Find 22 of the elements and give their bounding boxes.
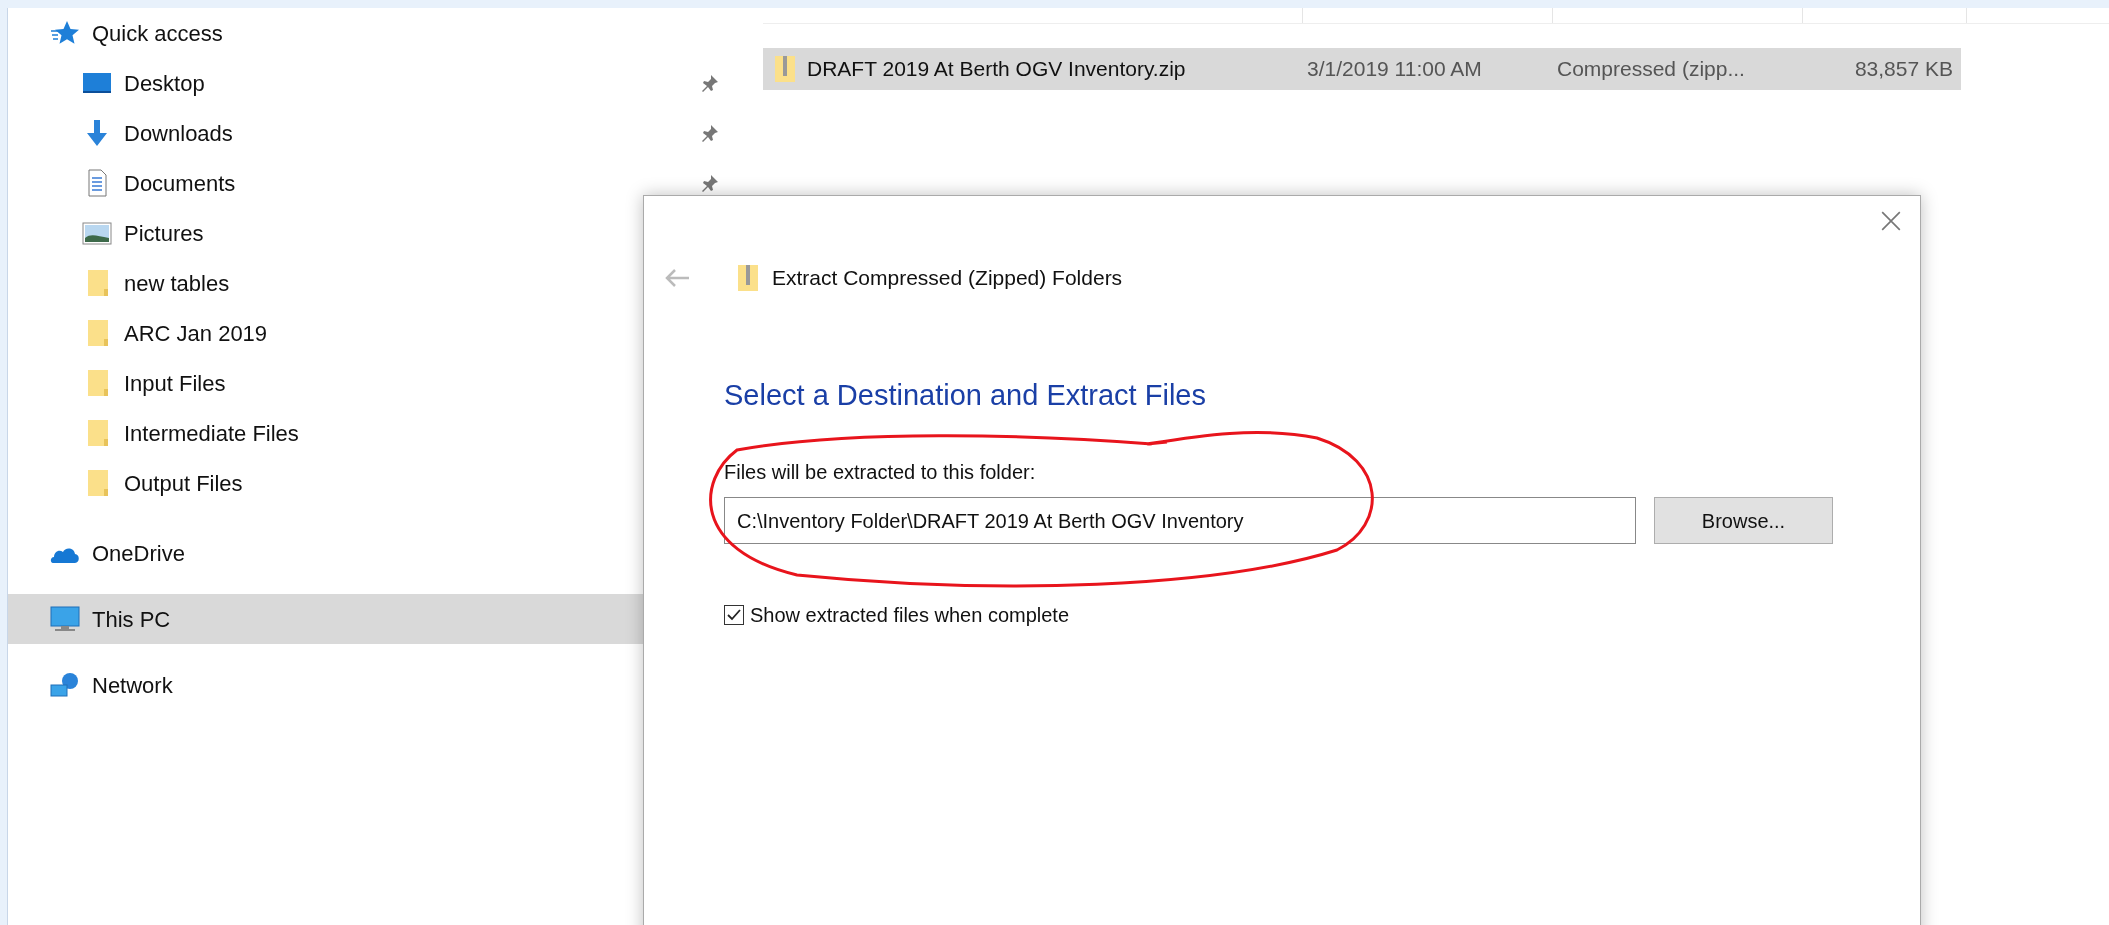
file-type: Compressed (zipp... <box>1556 56 1746 83</box>
pin-icon[interactable] <box>700 173 720 193</box>
zip-folder-icon <box>773 55 797 83</box>
dialog-heading: Select a Destination and Extract Files <box>724 377 1207 413</box>
monitor-icon <box>50 605 80 633</box>
checkbox-label: Show extracted files when complete <box>750 603 1070 628</box>
zip-folder-icon <box>736 262 760 293</box>
field-label: Files will be extracted to this folder: <box>724 460 1037 485</box>
close-icon[interactable] <box>1880 210 1902 232</box>
browse-button[interactable]: Browse... <box>1654 497 1833 544</box>
file-size: 83,857 KB <box>1853 56 1953 83</box>
picture-icon <box>82 219 112 247</box>
file-row[interactable]: DRAFT 2019 At Berth OGV Inventory.zip 3/1/2019 11:00 AM Compressed (zipp... 83,857 KB <box>763 48 1961 90</box>
file-name: DRAFT 2019 At Berth OGV Inventory.zip <box>807 56 1186 83</box>
network-icon <box>50 671 80 699</box>
pin-icon[interactable] <box>700 123 720 143</box>
nav-item[interactable]: This PC <box>8 594 643 644</box>
dialog-title: Extract Compressed (Zipped) Folders <box>772 265 1123 291</box>
path-field[interactable]: C:\Inventory Folder\DRAFT 2019 At Berth OGV Inventory <box>724 497 1636 544</box>
checkbox[interactable] <box>724 605 744 625</box>
pin-icon[interactable] <box>700 73 720 93</box>
file-date: 3/1/2019 11:00 AM <box>1306 56 1483 83</box>
